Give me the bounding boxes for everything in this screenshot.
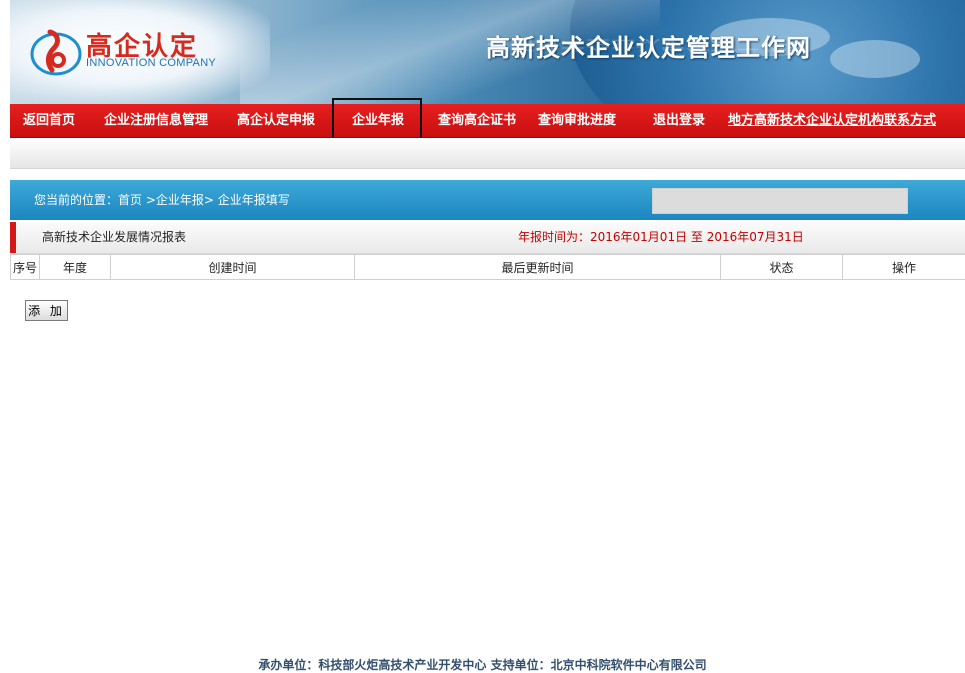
location-bar: 您当前的位置：首页 >企业年报> 企业年报填写	[10, 180, 965, 220]
column-header-created: 创建时间	[111, 255, 355, 280]
nav-item-query-progress[interactable]: 查询审批进度	[538, 104, 616, 137]
nav-item-local-contacts[interactable]: 地方高新技术企业认定机构联系方式	[728, 104, 936, 137]
breadcrumb: 您当前的位置：首页 >企业年报> 企业年报填写	[34, 180, 290, 220]
column-header-updated: 最后更新时间	[355, 255, 721, 280]
site-banner: 高企认定 INNOVATION COMPANY 高新技术企业认定管理工作网 高新…	[10, 0, 965, 104]
table-header-row: 序号 年度 创建时间 最后更新时间 状态 操作	[11, 255, 965, 280]
report-header: 高新技术企业发展情况报表 年报时间为：2016年01月01日 至 2016年07…	[10, 222, 965, 254]
site-title-reflection: 高新技术企业认定管理工作网	[486, 37, 811, 56]
site-logo[interactable]: 高企认定 INNOVATION COMPANY	[28, 22, 228, 82]
column-header-index: 序号	[11, 255, 40, 280]
logo-text-en: INNOVATION COMPANY	[86, 57, 216, 69]
logo-mark-icon	[28, 24, 84, 80]
report-period: 年报时间为：2016年01月01日 至 2016年07月31日	[518, 222, 804, 253]
nav-item-logout[interactable]: 退出登录	[653, 104, 705, 137]
column-header-status: 状态	[721, 255, 843, 280]
main-nav: 返回首页 企业注册信息管理 高企认定申报 企业年报 查询高企证书 查询审批进度 …	[10, 104, 965, 138]
add-button[interactable]: 添 加	[25, 300, 68, 321]
annual-report-table: 序号 年度 创建时间 最后更新时间 状态 操作	[10, 254, 965, 280]
report-title: 高新技术企业发展情况报表	[42, 222, 186, 253]
footer-credits: 承办单位：科技部火炬高技术产业开发中心 支持单位：北京中科院软件中心有限公司	[0, 656, 965, 673]
report-accent-bar	[10, 222, 16, 253]
column-header-actions: 操作	[843, 255, 965, 280]
sub-nav-bar	[10, 138, 965, 169]
search-box[interactable]	[652, 188, 908, 214]
continent-shape	[830, 40, 920, 78]
column-header-year: 年度	[40, 255, 111, 280]
nav-item-query-certificate[interactable]: 查询高企证书	[438, 104, 516, 137]
nav-item-certification[interactable]: 高企认定申报	[237, 104, 315, 137]
nav-item-registration[interactable]: 企业注册信息管理	[104, 104, 208, 137]
nav-item-home[interactable]: 返回首页	[23, 104, 75, 137]
